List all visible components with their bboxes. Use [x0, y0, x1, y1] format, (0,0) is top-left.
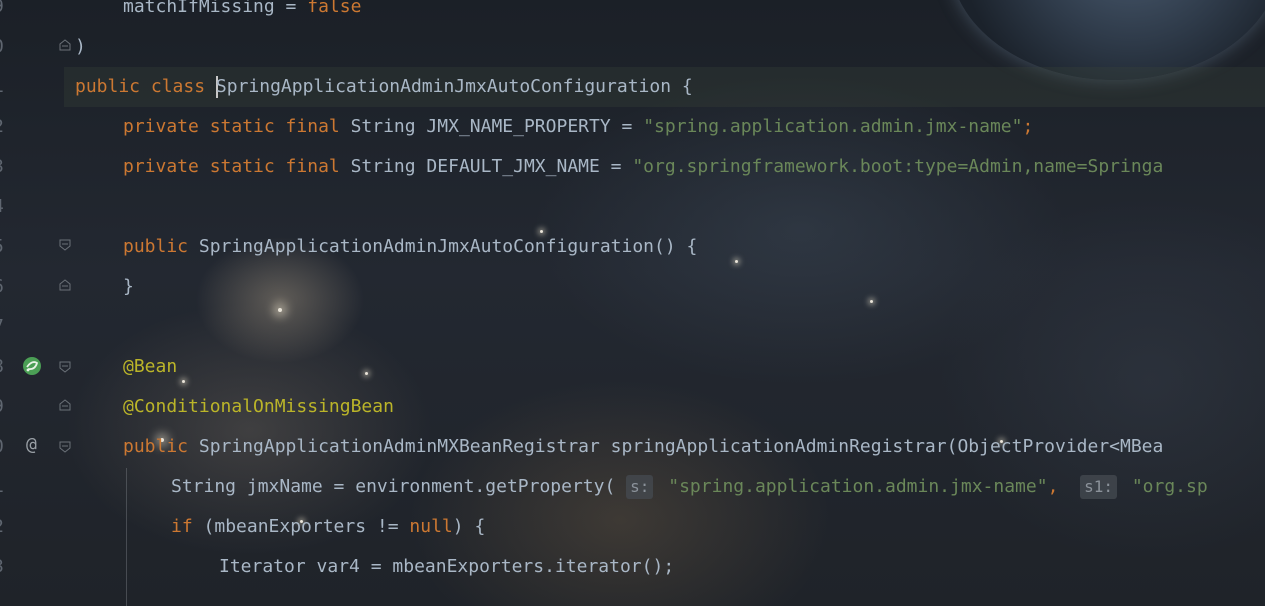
annotation-token: @ConditionalOnMissingBean — [123, 396, 394, 417]
keyword-token: public — [123, 436, 199, 457]
line-number-gutter[interactable]: 9 0 1 2 3 4 5 6 7 8 9 0 1 2 3 — [0, 0, 60, 606]
line-number: 1 — [0, 67, 14, 107]
code-text: String JMX_NAME_PROPERTY = — [350, 116, 644, 137]
indent-guide — [126, 468, 127, 606]
code-text: String jmxName = environment.getProperty… — [171, 476, 627, 497]
line-number: 5 — [0, 227, 14, 267]
parameter-hint: s: — [626, 475, 654, 499]
line-number: 3 — [0, 547, 14, 587]
line-number: 2 — [0, 107, 14, 147]
code-text: } — [123, 276, 134, 297]
code-text: Iterator var4 = mbeanExporters.iterator(… — [219, 556, 675, 577]
line-number: 9 — [0, 0, 14, 27]
line-number: 7 — [0, 307, 14, 347]
fold-start-icon[interactable] — [58, 360, 72, 374]
code-line-16[interactable]: } — [123, 267, 134, 307]
code-text: matchIfMissing = — [123, 0, 308, 17]
keyword-token: private static final — [123, 156, 351, 177]
line-number: 0 — [0, 27, 14, 67]
code-text: ) { — [452, 516, 486, 537]
code-line-10[interactable]: ) — [75, 27, 86, 67]
code-text: SpringApplicationAdminMXBeanRegistrar sp… — [198, 436, 1164, 457]
keyword-token: public — [123, 236, 199, 257]
code-text: ) — [75, 36, 86, 57]
comma-token: , — [1047, 476, 1081, 497]
line-number: 9 — [0, 387, 14, 427]
fold-start-icon[interactable] — [58, 440, 72, 454]
string-token: "spring.application.admin.jmx-name" — [657, 476, 1048, 497]
keyword-token: private static final — [123, 116, 351, 137]
keyword-token: null — [409, 516, 453, 537]
line-number: 4 — [0, 187, 14, 227]
line-number: 6 — [0, 267, 14, 307]
spring-bean-icon[interactable] — [22, 356, 42, 376]
code-line-23[interactable]: Iterator var4 = mbeanExporters.iterator(… — [219, 547, 674, 587]
keyword-token: false — [307, 0, 362, 17]
code-line-21[interactable]: String jmxName = environment.getProperty… — [171, 467, 1208, 507]
code-line-13[interactable]: private static final String DEFAULT_JMX_… — [123, 147, 1163, 187]
code-line-11[interactable]: public class SpringApplicationAdminJmxAu… — [75, 67, 693, 107]
fold-start-icon[interactable] — [58, 238, 72, 252]
background-star — [278, 308, 282, 312]
code-line-20[interactable]: public SpringApplicationAdminMXBeanRegis… — [123, 427, 1163, 467]
keyword-token: if — [171, 516, 204, 537]
code-line-22[interactable]: if (mbeanExporters != null) { — [171, 507, 485, 547]
code-line-15[interactable]: public SpringApplicationAdminJmxAutoConf… — [123, 227, 697, 267]
background-star — [182, 380, 185, 383]
parameter-hint: s1: — [1080, 475, 1117, 499]
code-text: { — [671, 76, 693, 97]
at-sign-icon[interactable]: @ — [26, 434, 37, 456]
string-token: "org.springframework.boot:type=Admin,nam… — [632, 156, 1164, 177]
fold-end-icon[interactable] — [58, 278, 72, 292]
code-line-19[interactable]: @ConditionalOnMissingBean — [123, 387, 394, 427]
line-number: 2 — [0, 507, 14, 547]
code-text: String DEFAULT_JMX_NAME = — [350, 156, 633, 177]
code-text: SpringApplicationAdminJmxAutoConfigurati… — [198, 236, 698, 257]
string-token: "org.sp — [1120, 476, 1208, 497]
fold-end-icon[interactable] — [58, 38, 72, 52]
code-line-9[interactable]: matchIfMissing = false — [123, 0, 361, 27]
class-name-token: SpringApplicationAdminJmxAutoConfigurati… — [215, 76, 672, 97]
line-number: 0 — [0, 427, 14, 467]
fold-end-icon[interactable] — [58, 398, 72, 412]
line-number: 1 — [0, 467, 14, 507]
string-token: "spring.application.admin.jmx-name" — [643, 116, 1023, 137]
background-star — [870, 300, 873, 303]
semicolon-token: ; — [1022, 116, 1034, 137]
code-text: (mbeanExporters != — [203, 516, 410, 537]
annotation-token: @Bean — [123, 356, 178, 377]
line-number: 3 — [0, 147, 14, 187]
line-number: 8 — [0, 347, 14, 387]
keyword-token: public class — [75, 76, 216, 97]
background-star — [735, 260, 738, 263]
code-line-12[interactable]: private static final String JMX_NAME_PRO… — [123, 107, 1033, 147]
background-star — [365, 372, 368, 375]
code-line-18[interactable]: @Bean — [123, 347, 177, 387]
